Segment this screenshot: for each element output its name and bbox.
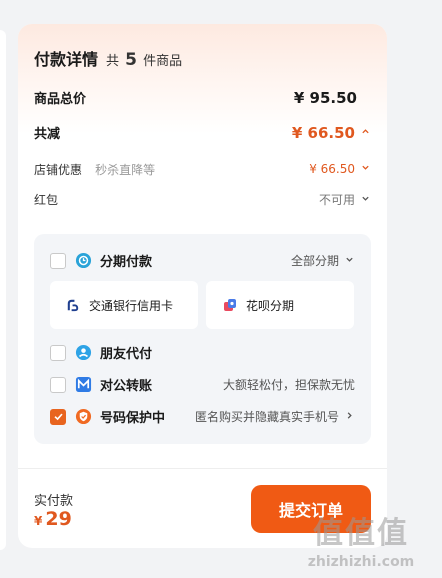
shop-discount-value: ¥ 66.50 [309, 161, 355, 176]
corporate-transfer-checkbox[interactable] [50, 376, 66, 393]
payment-methods-panel: 分期付款 全部分期 交通银行信用卡 花呗分期 朋友代付 对公转账 大额轻松付，担… [34, 234, 371, 444]
installment-label: 分期付款 [100, 255, 153, 270]
currency-symbol: ¥ [34, 514, 43, 528]
page-title: 付款详情 [34, 50, 99, 69]
item-count: 共 5 件商品 [106, 50, 182, 70]
total-amount: 29 [45, 508, 72, 530]
goods-total-label: 商品总价 [34, 92, 87, 107]
corporate-transfer-option[interactable]: 对公转账 大额轻松付，担保款无忧 [50, 375, 355, 394]
goods-total-row: 商品总价 ¥ 95.50 [34, 88, 371, 108]
installment-option[interactable]: 分期付款 全部分期 [50, 251, 355, 270]
friend-pay-checkbox[interactable] [50, 344, 66, 361]
goods-total-value: ¥ 95.50 [293, 88, 357, 107]
chevron-down-icon[interactable] [359, 194, 371, 206]
corporate-transfer-icon [75, 376, 92, 393]
friend-pay-icon [75, 344, 92, 361]
number-protection-checkbox[interactable] [50, 408, 66, 425]
installment-all-label: 全部分期 [290, 254, 339, 268]
red-packet-label: 红包 [34, 193, 59, 207]
total-price: ¥ 29 [34, 508, 72, 530]
total-label: 实付款 [34, 494, 74, 509]
bocom-logo-icon [67, 299, 79, 311]
corporate-transfer-label: 对公转账 [100, 379, 153, 394]
item-count-suffix: 件商品 [143, 54, 183, 69]
shop-discount-label: 店铺优惠 [34, 163, 83, 177]
installment-bocom-card[interactable]: 交通银行信用卡 [50, 281, 198, 329]
installment-checkbox[interactable] [50, 252, 66, 269]
chevron-up-icon[interactable] [359, 127, 371, 139]
friend-pay-option[interactable]: 朋友代付 [50, 343, 355, 362]
installment-bocom-label: 交通银行信用卡 [89, 298, 174, 313]
chevron-down-icon [343, 255, 355, 267]
installment-all-link[interactable]: 全部分期 [291, 252, 355, 269]
number-protection-hint: 匿名购买并隐藏真实手机号 [194, 410, 339, 424]
number-protection-option[interactable]: 号码保护中 匿名购买并隐藏真实手机号 [50, 407, 355, 426]
background-panel-edge [0, 30, 6, 550]
discount-value: ¥ 66.50 [291, 123, 355, 142]
site-watermark: 值值值 zhizhizhi.com [286, 500, 436, 570]
shop-discount-row[interactable]: 店铺优惠 秒杀直降等 ¥ 66.50 [34, 159, 371, 178]
installment-icon [75, 252, 92, 269]
chevron-right-icon [343, 411, 355, 423]
number-protection-label: 号码保护中 [100, 411, 166, 426]
discount-label: 共减 [34, 127, 61, 142]
red-packet-value: 不可用 [318, 193, 355, 207]
friend-pay-label: 朋友代付 [100, 347, 153, 362]
watermark-logo: 值值值 [313, 516, 409, 551]
installment-huabei-label: 花呗分期 [246, 298, 295, 313]
payment-detail-card: 付款详情 共 5 件商品 商品总价 ¥ 95.50 共减 ¥ 66.50 店铺优… [18, 24, 387, 548]
watermark-text: zhizhizhi.com [307, 554, 415, 570]
card-title-row: 付款详情 共 5 件商品 [34, 46, 182, 70]
footer-divider [18, 468, 387, 469]
item-count-prefix: 共 [106, 54, 120, 69]
chevron-down-icon[interactable] [359, 163, 371, 175]
installment-huabei-card[interactable]: 花呗分期 [206, 281, 354, 329]
number-protection-link[interactable]: 匿名购买并隐藏真实手机号 [195, 408, 355, 425]
corporate-transfer-hint: 大额轻松付，担保款无忧 [222, 378, 355, 392]
shield-icon [75, 408, 92, 425]
item-count-number: 5 [125, 50, 138, 70]
red-packet-row[interactable]: 红包 不可用 [34, 191, 371, 208]
huabei-icon [224, 299, 236, 311]
checkmark-icon [53, 413, 63, 421]
card-header-gradient [18, 24, 387, 134]
shop-discount-hint: 秒杀直降等 [95, 163, 156, 177]
discount-row[interactable]: 共减 ¥ 66.50 [34, 123, 371, 142]
